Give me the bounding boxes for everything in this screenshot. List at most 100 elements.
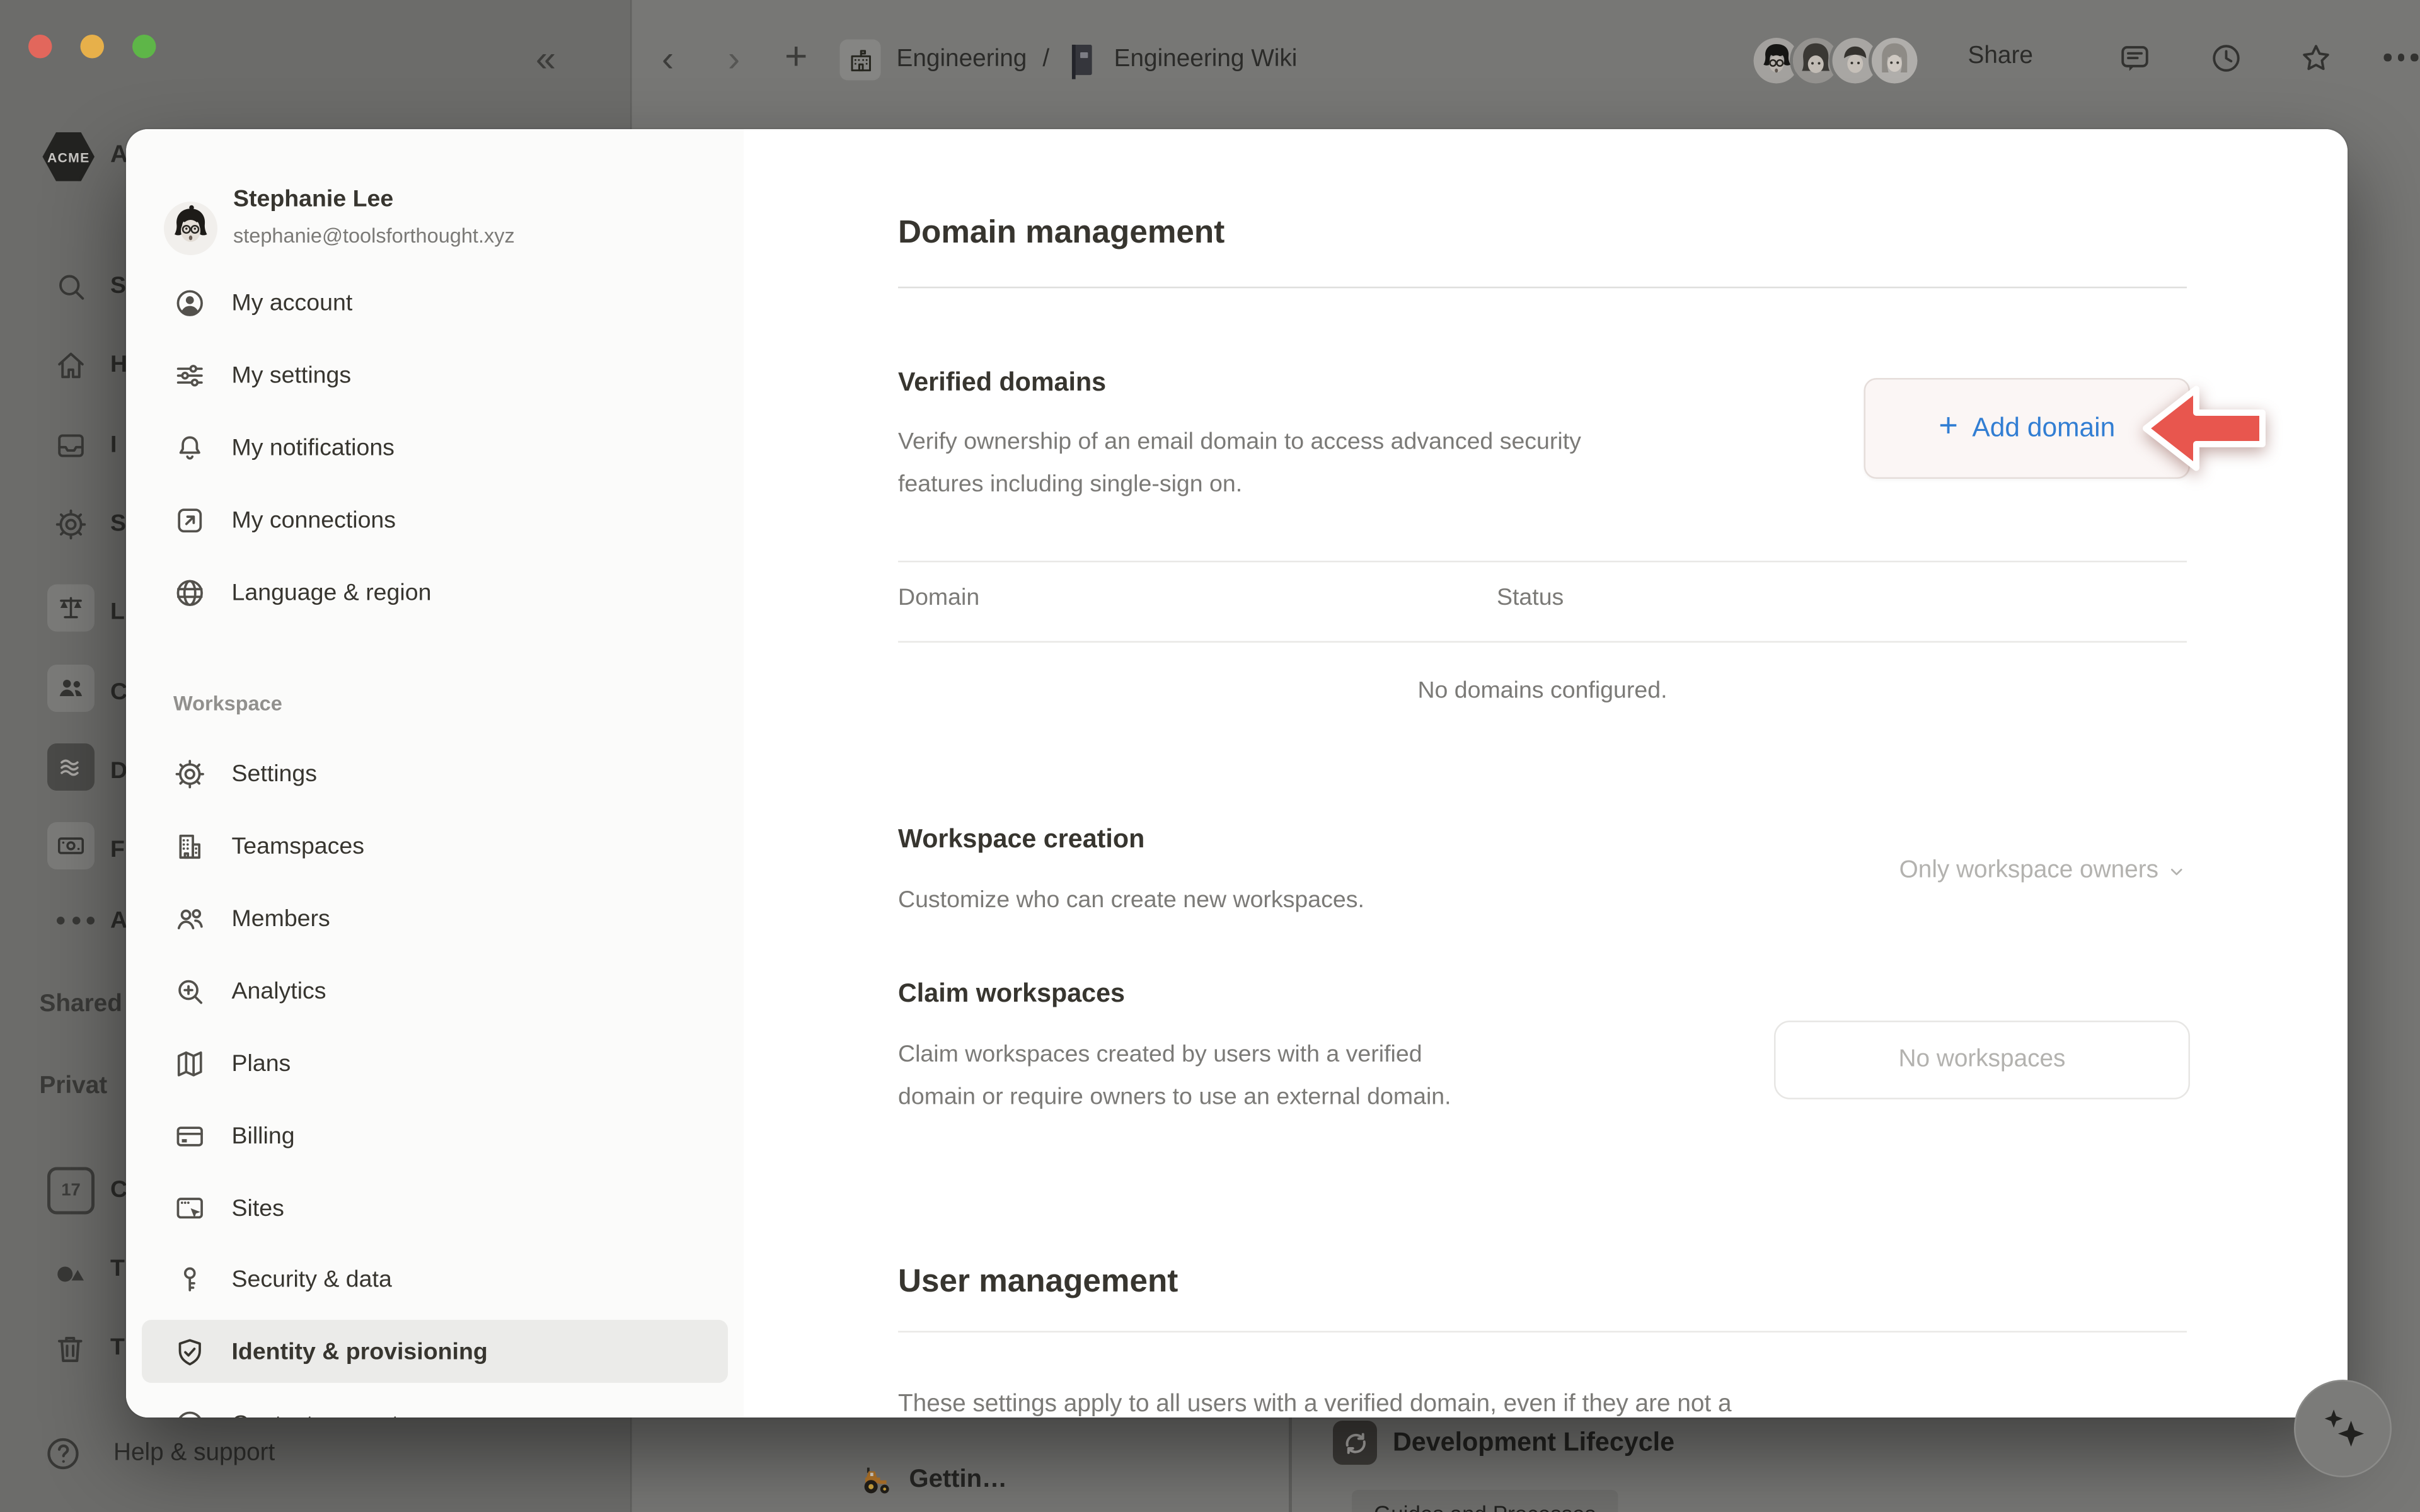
sidebar-item-partial[interactable]: Contact support [142,1392,728,1418]
more-options-icon[interactable] [2384,54,2418,60]
divider [898,1331,2187,1333]
breadcrumb-page[interactable]: Engineering Wiki [1114,46,1298,74]
help-support-label[interactable]: Help & support [113,1440,275,1468]
sidebar-item-settings[interactable]: Settings [142,742,728,805]
more-teamspaces-icon[interactable] [57,917,95,925]
workspace-logo[interactable]: ACME [43,132,95,181]
sidebar-item-inbox-fragment[interactable]: I [110,432,117,459]
wiki-book-icon [1065,40,1098,81]
table-col-status: Status [1497,583,1564,614]
history-icon[interactable] [2209,41,2244,76]
sidebar-item-my-connections[interactable]: My connections [142,488,728,551]
sidebar-item-label: Security & data [232,1266,392,1293]
teamspace-data-fragment[interactable]: D [110,758,127,785]
favorite-star-icon[interactable] [2299,41,2334,76]
sidebar-item-billing[interactable]: Billing [142,1104,728,1167]
sidebar-item-settings-fragment[interactable]: S [110,510,126,537]
sidebar-item-label: My settings [232,362,352,389]
gear-icon [173,757,207,790]
share-button[interactable]: Share [1968,43,2033,71]
calendar-icon[interactable]: 17 [47,1167,95,1215]
sidebar-item-analytics[interactable]: Analytics [142,959,728,1022]
new-page-icon[interactable]: + [785,33,808,81]
circle-icon [173,1407,207,1418]
user-avatar [164,202,217,255]
no-workspaces-button[interactable]: No workspaces [1774,1021,2190,1099]
help-icon[interactable] [44,1435,82,1473]
sidebar-item-teamspaces[interactable]: Teamspaces [142,815,728,878]
globe-icon [173,576,207,609]
sidebar-item-members[interactable]: Members [142,887,728,950]
members-icon [173,902,207,935]
sidebar-item-identity-provisioning[interactable]: Identity & provisioning [142,1320,728,1383]
user-management-heading: User management [898,1263,1178,1301]
add-domain-label: Add domain [1972,413,2115,444]
verified-domains-desc-line2: features including single-sign on. [898,463,1242,506]
teamspace-crew-icon[interactable] [47,665,95,712]
workspace-name-fragment: A [110,142,128,170]
sidebar-item-sites[interactable]: Sites [142,1177,728,1240]
sidebar-item-calendar-fragment[interactable]: C [110,1177,127,1204]
sidebar-item-security-data[interactable]: Security & data [142,1247,728,1310]
breadcrumb-team[interactable]: Engineering [897,46,1027,74]
sidebar-item-trash-fragment[interactable]: T [110,1334,125,1361]
workspace-creation-dropdown[interactable]: Only workspace owners [1560,857,2187,885]
page-tab-getting-started[interactable]: Gettin… [859,1462,1008,1498]
claim-desc-line1: Claim workspaces created by users with a… [898,1033,1422,1076]
avatar[interactable] [1869,35,1921,87]
sidebar-item-my-settings[interactable]: My settings [142,343,728,406]
sidebar-item-language-region[interactable]: Language & region [142,561,728,624]
sidebar-item-my-account[interactable]: My account [142,271,728,334]
sidebar-collapse-icon[interactable]: « [536,35,556,82]
collaborator-avatars[interactable] [1751,35,1921,87]
notion-ai-button[interactable] [2294,1380,2392,1477]
settings-sidebar: Stephanie Lee stephanie@toolsforthought.… [126,129,746,1418]
teamspace-data-icon[interactable] [47,743,95,791]
teamspace-crew-fragment[interactable]: C [110,679,127,706]
page-tab-label[interactable]: Gettin… [909,1465,1008,1494]
table-bottom-border [898,641,2187,643]
sidebar-item-label: My connections [232,507,396,534]
sidebar-item-home-fragment[interactable]: H [110,352,127,379]
tractor-icon [859,1462,896,1498]
teamspace-finance-fragment[interactable]: F [110,837,125,864]
trash-icon[interactable] [52,1331,89,1368]
section-shared-label: Shared [40,991,122,1019]
sidebar-item-search-fragment[interactable]: S [110,273,126,300]
sidebar-item-label: Contact support [232,1411,399,1418]
more-teamspaces-fragment[interactable]: A [110,907,127,934]
search-icon[interactable] [54,270,88,304]
column-divider [1289,1413,1292,1512]
map-icon [173,1046,207,1080]
sidebar-item-my-notifications[interactable]: My notifications [142,416,728,479]
teamspace-legal-fragment[interactable]: L [110,598,125,626]
gear-icon[interactable] [54,507,88,542]
sidebar-item-plans[interactable]: Plans [142,1032,728,1095]
settings-content: Domain management Verified domains Verif… [744,129,2348,1418]
sidebar-item-label: Identity & provisioning [232,1338,488,1365]
templates-icon[interactable] [52,1252,90,1290]
shield-check-icon [173,1335,207,1368]
workspace-section-label: Workspace [173,692,282,716]
back-icon[interactable]: ‹ [662,35,674,82]
inbox-icon[interactable] [54,428,88,463]
divider [898,287,2187,289]
forward-icon[interactable]: › [728,35,740,82]
sidebar-item-label: Billing [232,1122,295,1149]
team-page-icon[interactable] [840,40,881,81]
teamspace-finance-icon[interactable] [47,822,95,869]
sidebar-item-templates-fragment[interactable]: T [110,1256,125,1283]
sidebar-item-label: My notifications [232,434,395,461]
comments-icon[interactable] [2118,41,2152,76]
teamspace-legal-icon[interactable] [47,585,95,632]
background-doc-title[interactable]: Development Lifecycle [1393,1429,1674,1459]
development-lifecycle-icon [1333,1421,1377,1465]
home-icon[interactable] [54,348,88,383]
claim-desc-line2: domain or require owners to use an exter… [898,1076,1451,1119]
screen: ACME A S H I S L C D F A Shared Privat 1… [0,0,2420,1512]
breadcrumb-separator: / [1042,46,1049,74]
plus-icon: + [1939,408,1958,446]
doc-tag-badge[interactable]: Guides and Processes [1352,1490,1618,1512]
sparkles-icon [2316,1404,2370,1454]
sidebar-item-label: Plans [232,1050,291,1077]
